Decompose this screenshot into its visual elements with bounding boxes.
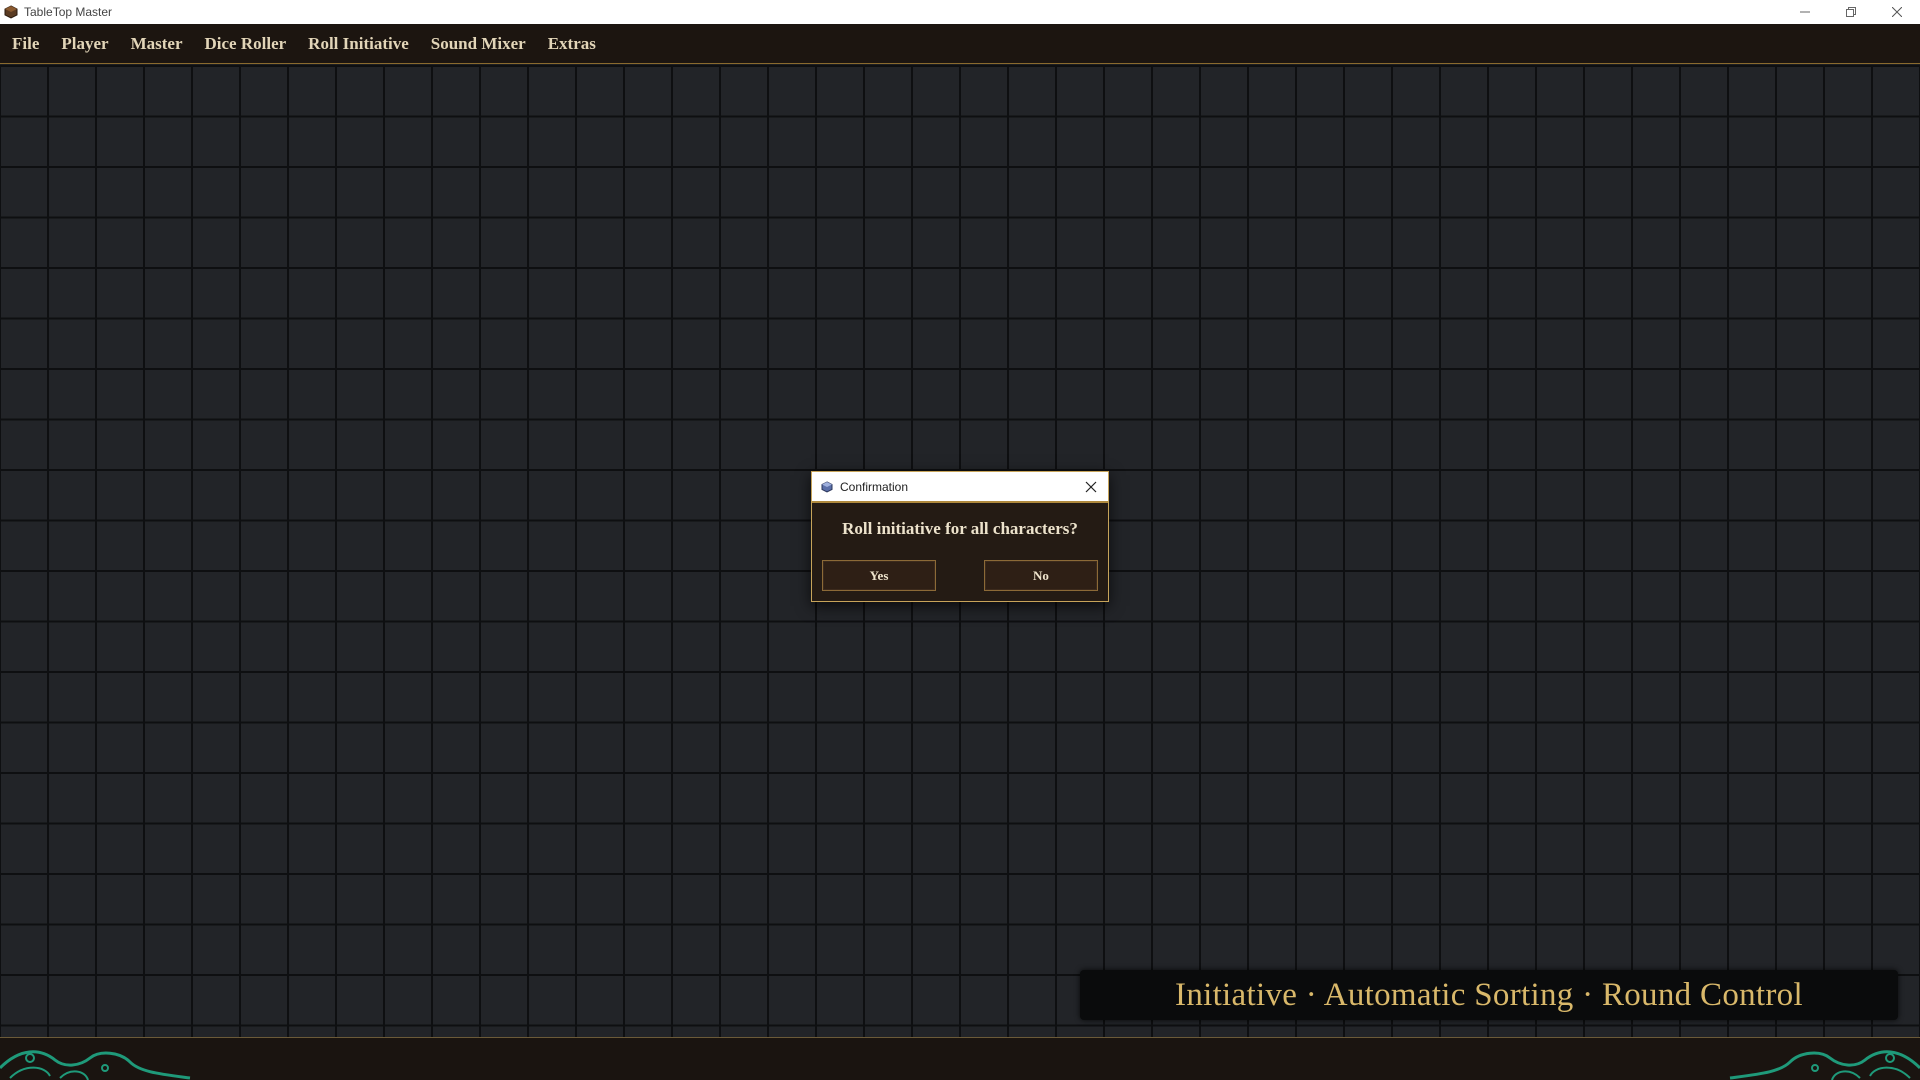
close-icon[interactable] xyxy=(1874,0,1920,24)
ornament-right-icon xyxy=(1729,1050,1920,1080)
window-controls xyxy=(1782,0,1920,24)
confirmation-dialog: Confirmation Roll initiative for all cha… xyxy=(811,471,1109,602)
app-window: TableTop Master File Player Master Dice … xyxy=(0,0,1920,1080)
restore-icon[interactable] xyxy=(1828,0,1874,24)
menu-dice-roller[interactable]: Dice Roller xyxy=(194,24,298,64)
dialog-buttons: Yes No xyxy=(812,560,1108,591)
no-button[interactable]: No xyxy=(984,560,1098,591)
dialog-app-icon xyxy=(821,480,833,493)
dialog-title: Confirmation xyxy=(840,479,909,494)
menu-master[interactable]: Master xyxy=(120,24,194,64)
yes-button[interactable]: Yes xyxy=(822,560,936,591)
dialog-message: Roll initiative for all characters? xyxy=(842,519,1078,538)
minimize-icon[interactable] xyxy=(1782,0,1828,24)
window-title: TableTop Master xyxy=(24,5,113,19)
menu-player[interactable]: Player xyxy=(50,24,119,64)
menu-sound-mixer[interactable]: Sound Mixer xyxy=(420,24,537,64)
ornament-left-icon xyxy=(0,1050,191,1080)
dialog-titlebar: Confirmation xyxy=(812,472,1108,503)
window-titlebar: TableTop Master xyxy=(0,0,1920,24)
menu-bar: File Player Master Dice Roller Roll Init… xyxy=(0,24,1920,64)
menu-extras[interactable]: Extras xyxy=(537,24,607,64)
tabletop-app-icon xyxy=(4,5,18,19)
bottom-ornament-bar xyxy=(0,1037,1920,1080)
feature-banner: Initiative · Automatic Sorting · Round C… xyxy=(1080,970,1898,1020)
dialog-close-icon[interactable] xyxy=(1080,476,1102,498)
menu-file[interactable]: File xyxy=(0,24,50,64)
menu-roll-initiative[interactable]: Roll Initiative xyxy=(297,24,420,64)
